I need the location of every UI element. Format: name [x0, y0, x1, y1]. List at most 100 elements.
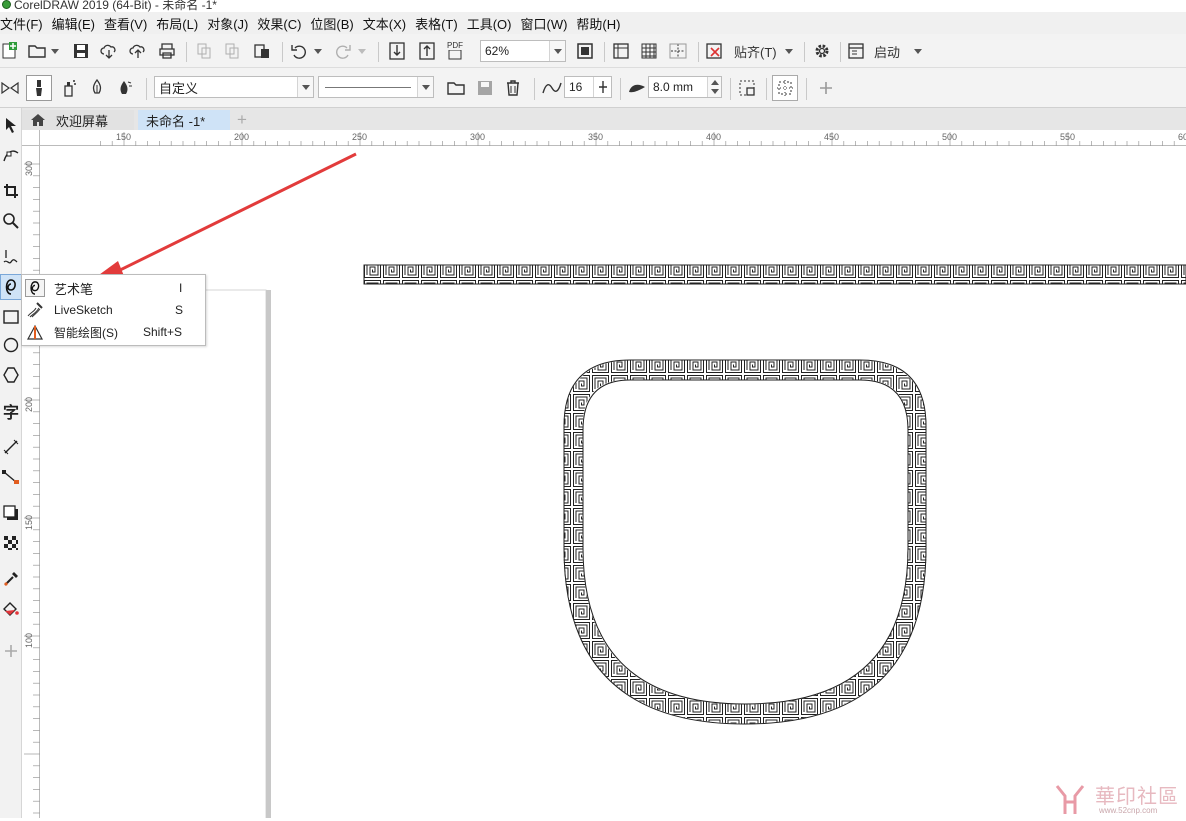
paste-icon[interactable]	[252, 40, 272, 62]
undo-icon[interactable]	[288, 40, 310, 62]
save-icon[interactable]	[70, 40, 92, 62]
home-icon	[31, 114, 45, 126]
preset-stroke-dropdown[interactable]: 自定义	[154, 76, 314, 98]
stroke-list-dropdown[interactable]	[318, 76, 434, 98]
cut-icon[interactable]	[194, 40, 214, 62]
menu-edit[interactable]: 编辑(E)	[52, 14, 104, 33]
cloud-download-icon[interactable]	[98, 40, 120, 62]
export-icon[interactable]	[416, 40, 438, 62]
open-folder-icon[interactable]	[26, 40, 48, 62]
vertical-ruler[interactable]: 300250200150100	[22, 146, 40, 818]
menu-view[interactable]: 查看(V)	[104, 14, 156, 33]
snap-off-icon[interactable]	[704, 40, 726, 62]
flyout-item-smart-drawing[interactable]: 智能绘图(S) Shift+S	[22, 321, 207, 343]
delete-trash-icon[interactable]	[502, 77, 524, 99]
expression-mode-icon[interactable]	[112, 77, 138, 99]
undo-dropdown-chevron-icon[interactable]	[312, 40, 324, 62]
interactive-fill-tool-icon[interactable]	[0, 596, 22, 622]
greek-key-border-straight[interactable]	[363, 264, 1186, 285]
menu-tools[interactable]: 工具(O)	[467, 14, 521, 33]
menu-file[interactable]: 文件(F)	[0, 14, 52, 33]
browse-folder-icon[interactable]	[444, 77, 468, 99]
ellipse-tool-icon[interactable]	[0, 332, 22, 358]
freehand-tool-icon[interactable]	[0, 244, 22, 270]
snap-to-dropdown[interactable]: 贴齐(T)	[734, 40, 794, 62]
brush-mode-icon[interactable]	[26, 75, 52, 101]
ruler-origin[interactable]	[22, 130, 40, 146]
h-ruler-label: 150	[116, 132, 131, 142]
redo-dropdown-chevron-icon[interactable]	[356, 40, 368, 62]
show-grid-icon[interactable]	[638, 40, 660, 62]
cloud-upload-icon[interactable]	[127, 40, 149, 62]
import-icon[interactable]	[386, 40, 408, 62]
menu-window[interactable]: 窗口(W)	[520, 14, 576, 33]
crop-tool-icon[interactable]	[0, 178, 22, 204]
menu-bitmaps[interactable]: 位图(B)	[310, 14, 362, 33]
zoom-level-dropdown[interactable]: 62%	[480, 40, 566, 62]
stroke-width-spinner[interactable]	[707, 77, 721, 97]
redo-icon[interactable]	[332, 40, 354, 62]
flyout-item-artistic-media[interactable]: 艺术笔 I	[22, 277, 207, 299]
tab-welcome-screen[interactable]: 欢迎屏幕	[22, 110, 134, 130]
spin-down-icon[interactable]	[710, 89, 719, 94]
smoothing-slider-plus-icon[interactable]	[593, 77, 611, 97]
add-tool-plus-icon[interactable]	[0, 638, 22, 664]
zoom-tool-icon[interactable]	[0, 208, 22, 234]
sprayer-mode-icon[interactable]	[56, 77, 82, 99]
save-artistic-stroke-icon[interactable]	[474, 77, 496, 99]
new-document-icon[interactable]	[0, 40, 18, 62]
options-gear-icon[interactable]	[810, 40, 834, 62]
greek-key-border-u-shape[interactable]	[563, 360, 927, 724]
open-dropdown-chevron-icon[interactable]	[48, 40, 62, 62]
print-icon[interactable]	[156, 40, 178, 62]
pick-tool-icon[interactable]	[0, 112, 22, 138]
show-guidelines-icon[interactable]	[666, 40, 690, 62]
stroke-width-input[interactable]: 8.0 mm	[648, 76, 722, 98]
add-document-tab-button[interactable]: +	[232, 110, 254, 130]
smoothing-input[interactable]: 16	[564, 76, 612, 98]
preset-dropdown-chevron-icon[interactable]	[297, 77, 313, 97]
application-launcher-dropdown[interactable]: 启动	[848, 40, 926, 62]
menu-help[interactable]: 帮助(H)	[576, 14, 629, 33]
transparency-tool-icon[interactable]	[0, 530, 22, 556]
menu-layout[interactable]: 布局(L)	[156, 14, 207, 33]
horizontal-ruler[interactable]: 150 200 250 300 350 400 450 500 550 60	[22, 130, 1186, 146]
show-rulers-icon[interactable]	[610, 40, 632, 62]
artistic-media-tool-icon[interactable]	[0, 274, 22, 300]
drawing-canvas[interactable]	[19, 146, 1186, 821]
menu-text[interactable]: 文本(X)	[363, 14, 415, 33]
stroke-width-value: 8.0 mm	[653, 80, 694, 94]
stroke-list-chevron-icon[interactable]	[417, 77, 433, 97]
preset-mode-icon[interactable]	[0, 77, 20, 99]
copy-icon[interactable]	[222, 40, 242, 62]
color-eyedropper-tool-icon[interactable]	[0, 566, 22, 592]
standard-toolbar: PDF 62% 贴齐(T) 启动	[0, 34, 1186, 68]
spin-up-icon[interactable]	[710, 80, 719, 85]
add-toolbar-item-plus-icon[interactable]	[814, 77, 838, 99]
menu-table[interactable]: 表格(T)	[415, 14, 467, 33]
menu-effects[interactable]: 效果(C)	[257, 14, 310, 33]
canvas-artwork[interactable]	[19, 146, 1186, 821]
zoom-dropdown-chevron-icon[interactable]	[549, 41, 565, 61]
freehand-smoothing-icon[interactable]	[540, 77, 564, 99]
drop-shadow-tool-icon[interactable]	[0, 500, 22, 526]
polygon-tool-icon[interactable]	[0, 362, 22, 388]
shape-tool-icon[interactable]	[0, 142, 22, 168]
bounding-box-icon[interactable]	[772, 75, 798, 101]
horizontal-ruler-ticks: 150 200 250 300 350 400 450 500 550 60	[100, 132, 1186, 146]
rectangle-tool-icon[interactable]	[0, 304, 22, 330]
text-tool-icon[interactable]: 字	[0, 398, 22, 424]
parallel-dimension-tool-icon[interactable]	[0, 434, 22, 460]
full-screen-preview-icon[interactable]	[574, 40, 596, 62]
window-title: CorelDRAW 2019 (64-Bit) - 未命名 -1*	[14, 0, 217, 12]
calligraphic-mode-icon[interactable]	[84, 77, 110, 99]
watermark-url: www.52cnp.com	[1099, 806, 1158, 815]
connector-tool-icon[interactable]	[0, 464, 22, 490]
flyout-item-livesketch[interactable]: LiveSketch S	[22, 299, 207, 321]
publish-pdf-icon[interactable]: PDF	[444, 40, 466, 62]
artistic-media-icon	[25, 279, 45, 297]
livesketch-icon	[25, 301, 45, 319]
tab-document[interactable]: 未命名 -1*	[138, 110, 230, 130]
scale-stroke-icon[interactable]	[736, 77, 758, 99]
menu-object[interactable]: 对象(J)	[207, 14, 257, 33]
